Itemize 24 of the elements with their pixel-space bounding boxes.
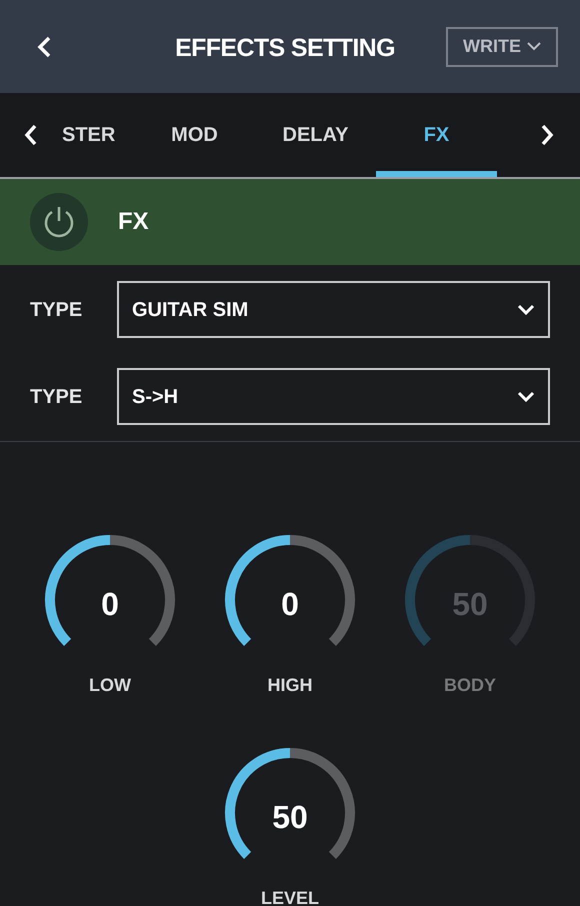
knob-label: LEVEL (260, 887, 319, 906)
screen-title: EFFECTS SETTING (174, 33, 396, 64)
field-label: TYPE (30, 298, 84, 322)
field-label: TYPE (30, 384, 84, 410)
knob-label: BODY (444, 674, 496, 697)
chevron-down-icon (517, 391, 535, 402)
dropdown[interactable]: S->H (117, 368, 550, 425)
write-button[interactable]: WRITE (446, 26, 558, 66)
tab[interactable]: DELAY (255, 93, 376, 177)
effect-name: FX (118, 207, 149, 237)
tab[interactable]: MOD (134, 93, 255, 177)
knob-label: HIGH (268, 674, 312, 697)
knob[interactable]: 0 (220, 530, 360, 660)
dropdown[interactable]: GUITAR SIM (117, 281, 550, 338)
back-icon (36, 34, 52, 58)
knob[interactable]: 0 (40, 530, 180, 660)
knob-label: LOW (89, 674, 131, 697)
chevron-right-icon (540, 124, 554, 146)
chevron-left-icon (24, 124, 38, 146)
power-icon (43, 205, 75, 239)
caret-icon (527, 42, 541, 51)
chevron-down-icon (517, 304, 535, 315)
tab[interactable]: STER (62, 93, 134, 177)
knob[interactable]: 50 (220, 743, 360, 873)
